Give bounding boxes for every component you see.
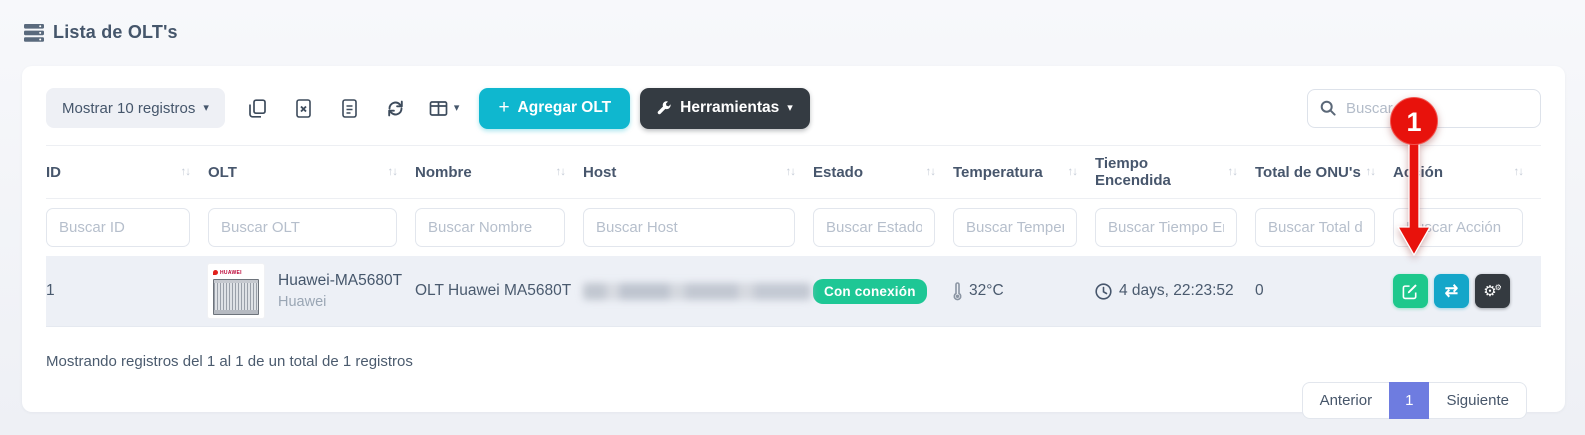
filter-tiempo-input[interactable]	[1095, 208, 1237, 247]
swap-arrows-icon: ⇄	[1445, 281, 1458, 301]
edit-olt-button[interactable]	[1393, 274, 1428, 308]
sort-icon: ↑↓	[181, 166, 191, 178]
filter-host-input[interactable]	[583, 208, 795, 247]
server-stack-icon	[24, 24, 44, 42]
pagination-previous-button[interactable]: Anterior	[1302, 382, 1390, 419]
search-icon	[1320, 100, 1336, 116]
cell-nombre: OLT Huawei MA5680T	[415, 256, 583, 327]
column-header-estado[interactable]: Estado↑↓	[813, 146, 953, 199]
cell-tiempo-encendida: 4 days, 22:23:52	[1095, 256, 1255, 327]
show-entries-dropdown[interactable]: Mostrar 10 registros ▾	[46, 88, 225, 128]
sync-olt-button[interactable]: ⇄	[1434, 274, 1469, 308]
status-badge: Con conexión	[813, 279, 927, 304]
filter-olt-input[interactable]	[208, 208, 397, 247]
gears-icon: ⚙⚙	[1483, 282, 1502, 300]
column-header-olt[interactable]: OLT↑↓	[208, 146, 415, 199]
pagination: Anterior 1 Siguiente	[1302, 382, 1527, 419]
column-header-accion[interactable]: Acción↑↓	[1393, 146, 1541, 199]
tools-label: Herramientas	[680, 99, 779, 117]
sort-icon: ↑↓	[388, 166, 398, 178]
sort-icon: ↑↓	[1068, 166, 1078, 178]
sort-icon: ↑↓	[786, 166, 796, 178]
thermometer-icon	[953, 282, 962, 301]
plus-icon: +	[498, 97, 509, 119]
records-summary: Mostrando registros del 1 al 1 de un tot…	[46, 353, 1541, 370]
header-row: ID↑↓ OLT↑↓ Nombre↑↓ Host↑↓ Estado↑↓ Temp…	[46, 146, 1541, 199]
filter-nombre-input[interactable]	[415, 208, 565, 247]
export-file-button[interactable]	[331, 89, 369, 127]
sort-icon: ↑↓	[926, 166, 936, 178]
wrench-icon	[657, 101, 672, 116]
chevron-down-icon: ▾	[454, 103, 460, 114]
file-icon	[340, 99, 359, 118]
column-header-host[interactable]: Host↑↓	[583, 146, 813, 199]
cell-host	[583, 256, 813, 327]
olt-chassis-graphic	[213, 279, 259, 315]
edit-icon	[1402, 283, 1419, 300]
filter-id-input[interactable]	[46, 208, 190, 247]
export-excel-button[interactable]	[285, 89, 323, 127]
pagination-next-button[interactable]: Siguiente	[1429, 382, 1527, 419]
table-toolbar: Mostrar 10 registros ▾	[46, 88, 1541, 128]
cell-estado: Con conexión	[813, 256, 953, 327]
export-tools: ▾	[239, 89, 466, 127]
column-header-id[interactable]: ID↑↓	[46, 146, 208, 199]
column-visibility-button[interactable]: ▾	[423, 89, 466, 127]
column-header-temperatura[interactable]: Temperatura↑↓	[953, 146, 1095, 199]
global-search	[1307, 89, 1541, 128]
refresh-button[interactable]	[377, 89, 415, 127]
sort-icon: ↑↓	[556, 166, 566, 178]
tools-dropdown-button[interactable]: Herramientas ▾	[640, 88, 810, 129]
pagination-page-1-button[interactable]: 1	[1389, 382, 1429, 419]
column-header-total-onus[interactable]: Total de ONU's↑↓	[1255, 146, 1393, 199]
cell-id: 1	[46, 256, 208, 327]
show-entries-label: Mostrar 10 registros	[62, 100, 195, 117]
chevron-down-icon: ▾	[787, 103, 793, 114]
olt-name: Huawei-MA5680T	[278, 272, 402, 290]
column-header-nombre[interactable]: Nombre↑↓	[415, 146, 583, 199]
filter-accion-input[interactable]	[1393, 208, 1523, 247]
sort-icon: ↑↓	[1228, 166, 1238, 178]
excel-file-icon	[294, 99, 313, 118]
chevron-down-icon: ▾	[203, 103, 209, 114]
page-title: Lista de OLT's	[53, 22, 178, 43]
copy-button[interactable]	[239, 89, 277, 127]
cell-olt: HUAWEI Huawei-MA5680T Huawei	[208, 256, 415, 327]
olt-vendor: Huawei	[278, 294, 402, 310]
add-olt-button[interactable]: + Agregar OLT	[479, 88, 630, 129]
olt-device-image: HUAWEI	[208, 264, 264, 318]
filter-total-onus-input[interactable]	[1255, 208, 1375, 247]
add-olt-label: Agregar OLT	[518, 99, 612, 117]
cell-total-onus: 0	[1255, 256, 1393, 327]
sort-icon: ↑↓	[1514, 166, 1524, 178]
refresh-icon	[386, 99, 405, 118]
olt-list-card: Mostrar 10 registros ▾	[22, 66, 1565, 412]
clock-icon	[1095, 283, 1112, 300]
sort-icon: ↑↓	[1366, 166, 1376, 178]
filter-estado-input[interactable]	[813, 208, 935, 247]
filter-temperatura-input[interactable]	[953, 208, 1077, 247]
cell-accion: ⇄ ⚙⚙	[1393, 256, 1541, 327]
huawei-logo-icon	[213, 270, 218, 275]
table-row: 1 HUAWEI Huawei-MA5680T Huawei OLT Huawe…	[46, 256, 1541, 327]
search-input[interactable]	[1346, 100, 1528, 117]
filter-row	[46, 199, 1541, 257]
copy-icon	[248, 99, 267, 118]
columns-icon	[429, 99, 448, 118]
cell-temperatura: 32°C	[953, 256, 1095, 327]
olt-table: ID↑↓ OLT↑↓ Nombre↑↓ Host↑↓ Estado↑↓ Temp…	[46, 145, 1541, 327]
settings-olt-button[interactable]: ⚙⚙	[1475, 274, 1510, 308]
page-header: Lista de OLT's	[0, 0, 1585, 43]
redacted-host-value	[583, 283, 811, 300]
column-header-tiempo-encendida[interactable]: Tiempo Encendida↑↓	[1095, 146, 1255, 199]
